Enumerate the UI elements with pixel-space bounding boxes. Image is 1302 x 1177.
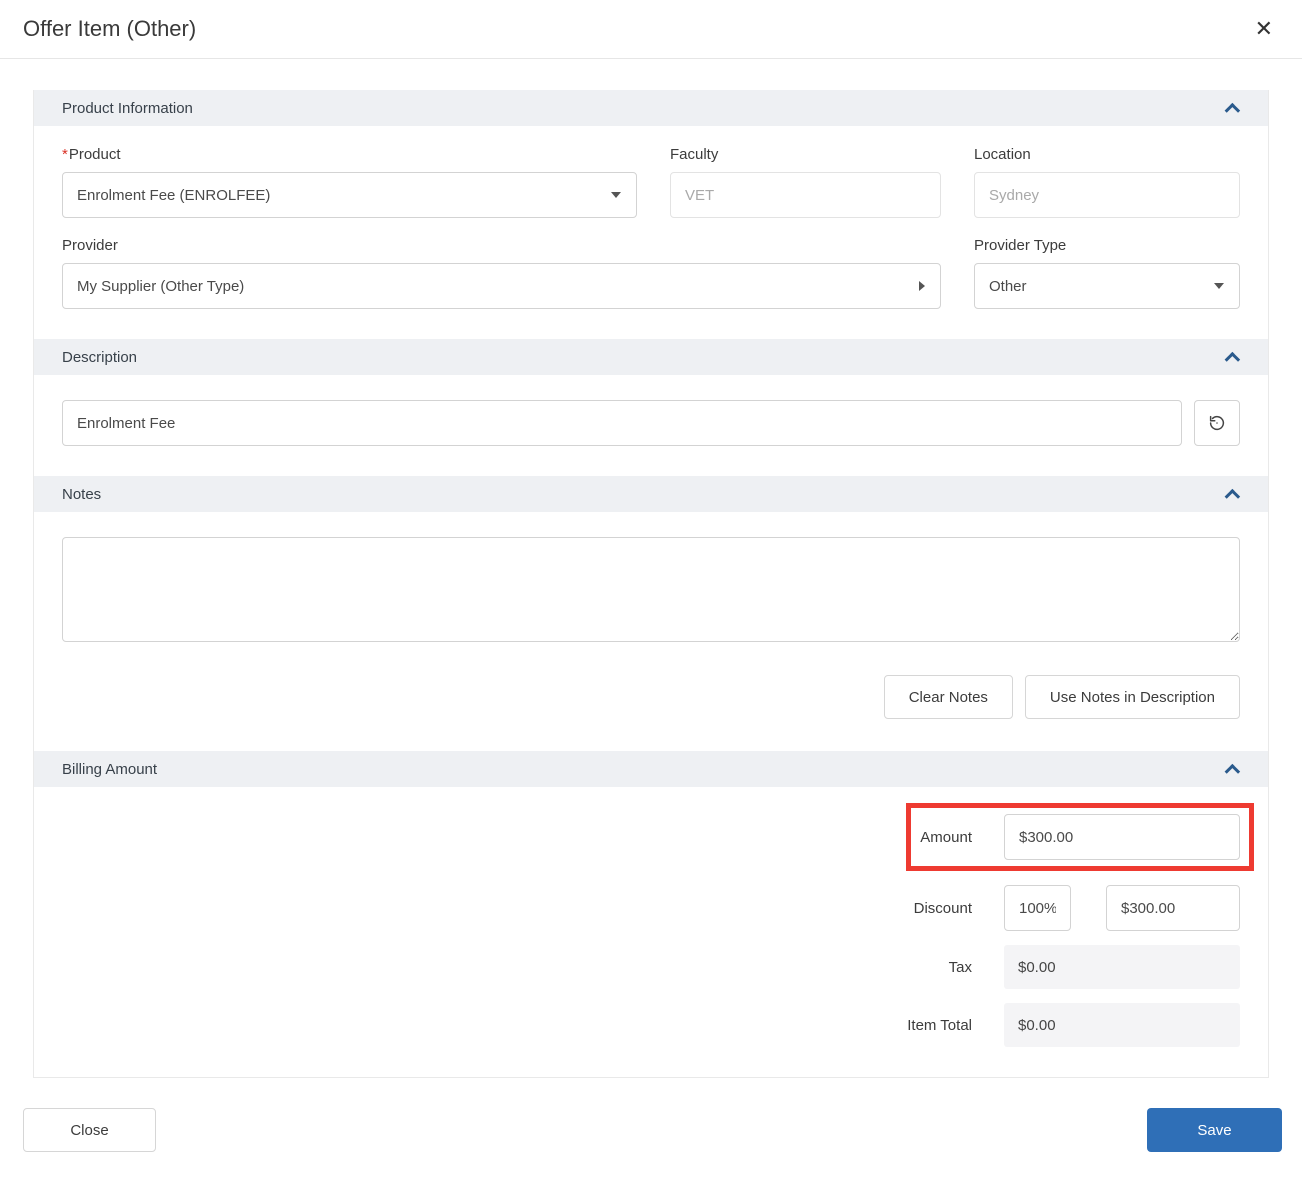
close-icon[interactable]: ✕ [1249, 14, 1279, 44]
close-button[interactable]: Close [23, 1108, 156, 1152]
modal-body: Product Information *Product Faculty Loc… [33, 90, 1269, 1078]
location-label: Location [974, 146, 1240, 163]
discount-percent-input[interactable] [1004, 885, 1071, 931]
faculty-label: Faculty [670, 146, 941, 163]
modal-footer: Close Save [0, 1108, 1302, 1152]
section-title: Billing Amount [62, 761, 157, 778]
section-title: Product Information [62, 100, 193, 117]
required-asterisk: * [62, 146, 68, 163]
tax-label: Tax [949, 959, 972, 976]
amount-input[interactable] [1004, 814, 1240, 860]
tax-value: $0.00 [1004, 945, 1240, 989]
section-title: Notes [62, 486, 101, 503]
notes-content: Clear Notes Use Notes in Description [34, 512, 1268, 751]
annotation-highlight: Amount [906, 803, 1254, 871]
faculty-field [670, 172, 941, 218]
section-title: Description [62, 349, 137, 366]
restore-history-button[interactable] [1194, 400, 1240, 446]
discount-label: Discount [914, 900, 972, 917]
notes-textarea[interactable] [62, 537, 1240, 642]
use-notes-in-description-button[interactable]: Use Notes in Description [1025, 675, 1240, 719]
product-select[interactable] [62, 172, 637, 218]
product-label: *Product [62, 146, 637, 163]
chevron-up-icon[interactable] [1225, 763, 1241, 779]
section-header-description: Description [34, 339, 1268, 375]
chevron-up-icon[interactable] [1225, 488, 1241, 504]
item-total-value: $0.00 [1004, 1003, 1240, 1047]
provider-type-label: Provider Type [974, 237, 1240, 254]
clear-notes-button[interactable]: Clear Notes [884, 675, 1013, 719]
save-button[interactable]: Save [1147, 1108, 1282, 1152]
description-content [34, 375, 1268, 476]
page-title: Offer Item (Other) [23, 16, 196, 42]
item-total-label: Item Total [907, 1017, 972, 1034]
restore-history-icon [1208, 414, 1226, 432]
provider-type-select[interactable] [974, 263, 1240, 309]
chevron-up-icon[interactable] [1225, 102, 1241, 118]
section-header-notes: Notes [34, 476, 1268, 512]
section-header-billing-amount: Billing Amount [34, 751, 1268, 787]
description-input[interactable] [62, 400, 1182, 446]
billing-amount-content: Amount Discount Tax $0.00 Item Total $0.… [34, 787, 1268, 1077]
location-field [974, 172, 1240, 218]
modal-header: Offer Item (Other) ✕ [0, 0, 1302, 59]
chevron-up-icon[interactable] [1225, 351, 1241, 367]
section-header-product-information: Product Information [34, 90, 1268, 126]
product-information-content: *Product Faculty Location Provider [34, 126, 1268, 339]
provider-select[interactable] [62, 263, 941, 309]
discount-amount-input[interactable] [1106, 885, 1240, 931]
amount-label: Amount [920, 829, 972, 846]
provider-label: Provider [62, 237, 941, 254]
